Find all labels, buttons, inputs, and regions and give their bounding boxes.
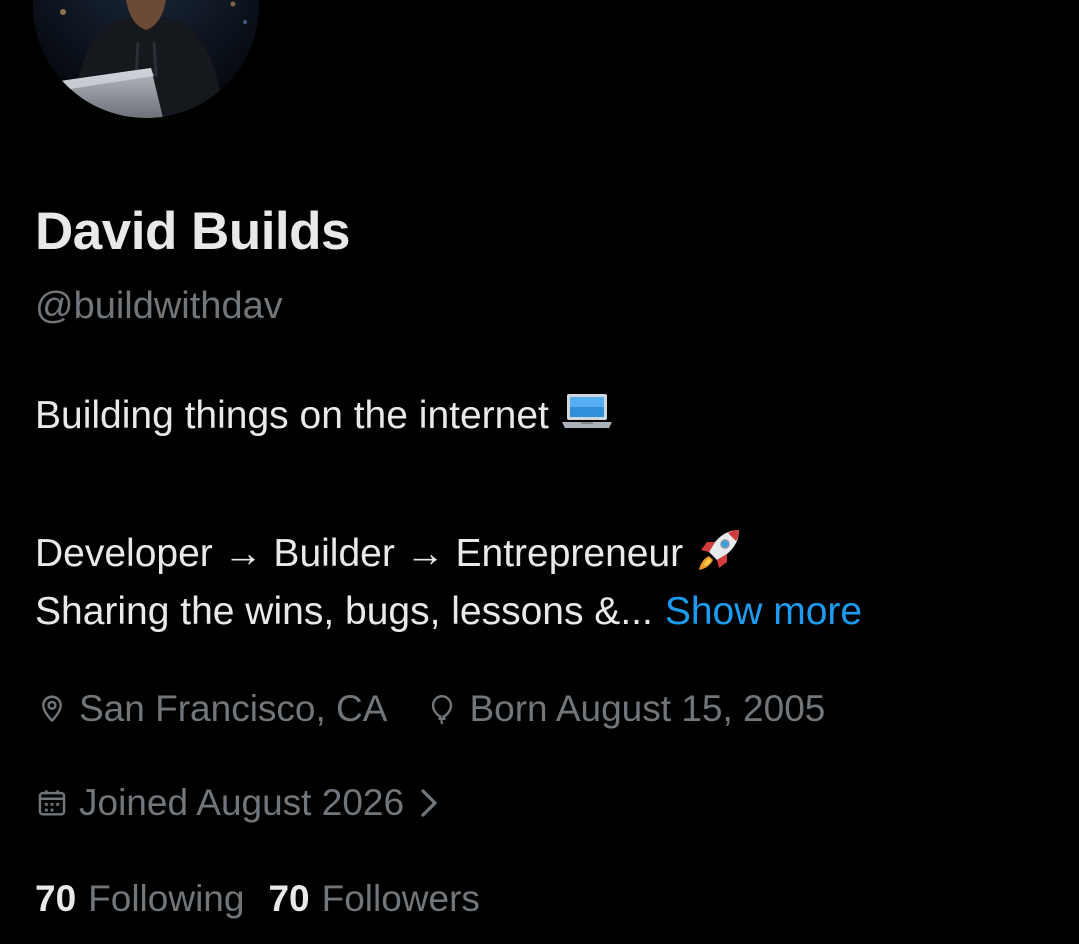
followers-label: Followers xyxy=(321,878,480,919)
avatar-image xyxy=(33,0,259,118)
bio-line-2: Developer → Builder → Entrepreneur xyxy=(35,524,745,584)
balloon-icon xyxy=(432,695,453,725)
rocket-emoji-icon xyxy=(695,524,745,584)
show-more-link[interactable]: Show more xyxy=(665,590,862,634)
profile-display-name: David Builds xyxy=(35,202,351,261)
bio-text-2: Developer → Builder → Entrepreneur xyxy=(35,532,684,575)
location-pin-icon xyxy=(42,695,62,722)
profile-avatar[interactable] xyxy=(33,0,259,118)
following-count: 70 xyxy=(35,878,77,919)
location-item: San Francisco, CA xyxy=(35,688,387,730)
following-label: Following xyxy=(88,878,245,919)
location-text: San Francisco, CA xyxy=(79,688,388,729)
followers-link[interactable]: 70 Followers xyxy=(268,878,479,920)
profile-meta-row-1: San Francisco, CA Born August 15, 2005 xyxy=(35,688,825,730)
bio-text-3: Sharing the wins, bugs, lessons &... xyxy=(35,590,653,633)
birthday-item: Born August 15, 2005 xyxy=(425,688,825,730)
followers-count: 70 xyxy=(268,878,310,919)
birthday-text: Born August 15, 2005 xyxy=(469,688,826,729)
calendar-icon xyxy=(38,790,66,816)
follow-stats: 70 Following 70 Followers xyxy=(35,878,480,920)
profile-handle: @buildwithdav xyxy=(35,285,283,327)
joined-text: Joined August 2026 xyxy=(79,782,405,823)
joined-date-row[interactable]: Joined August 2026 xyxy=(35,782,440,824)
chevron-right-icon xyxy=(421,789,437,817)
following-link[interactable]: 70 Following xyxy=(35,878,244,920)
bio-line-1: Building things on the internet xyxy=(35,391,613,441)
bio-line-3: Sharing the wins, bugs, lessons &... Sho… xyxy=(35,590,862,634)
bio-text-1: Building things on the internet xyxy=(35,394,549,437)
laptop-emoji-icon xyxy=(561,391,613,441)
